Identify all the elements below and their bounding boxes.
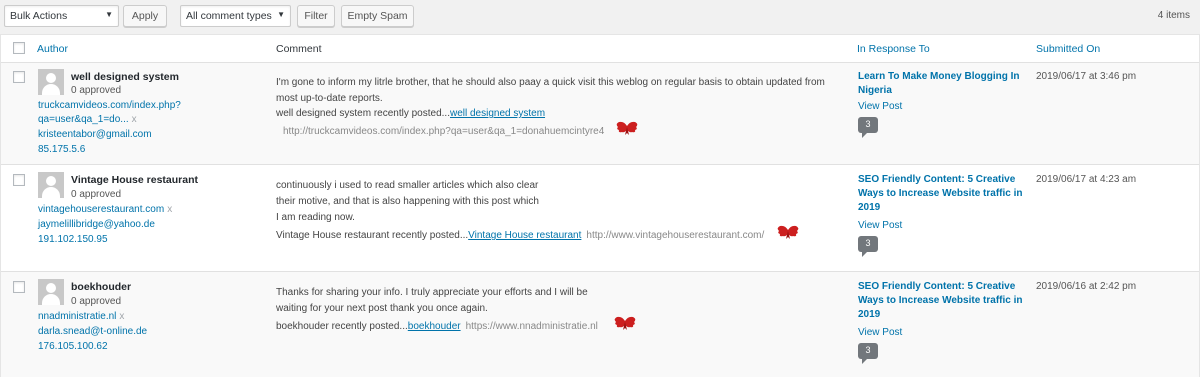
comment-text: I'm gone to inform my litrle brother, th… <box>276 75 825 107</box>
empty-spam-button[interactable]: Empty Spam <box>341 5 414 27</box>
author-email[interactable]: kristeentabor@gmail.com <box>38 129 152 140</box>
remove-url-x[interactable]: x <box>132 114 137 125</box>
posted-link[interactable]: well designed system <box>450 108 545 119</box>
author-name: well designed system <box>71 71 179 83</box>
posted-url: http://truckcamvideos.com/index.php?qa=u… <box>283 126 605 137</box>
author-ip[interactable]: 85.175.5.6 <box>38 144 85 155</box>
comment-line: I'm gone to inform my litrle brother, th… <box>276 77 825 88</box>
view-post-link[interactable]: View Post <box>858 220 902 231</box>
comment-line: waiting for your next post thank you onc… <box>276 303 488 314</box>
response-post-link[interactable]: Learn To Make Money Blogging In Nigeria <box>858 70 1033 98</box>
commentluv-posted: well designed system recently posted...w… <box>276 108 545 119</box>
avatar <box>38 279 64 305</box>
author-url-line2[interactable]: qa=user&qa_1=do... <box>38 114 129 125</box>
response-post-link[interactable]: SEO Friendly Content: 5 Creative Ways to… <box>858 173 1033 215</box>
row-checkbox[interactable] <box>13 174 25 186</box>
author-name: boekhouder <box>71 281 132 293</box>
speech-bubble-icon[interactable]: 3 <box>858 236 878 257</box>
table-row: boekhouder 0 approved nnadministratie.nl… <box>1 272 1199 377</box>
avatar <box>38 172 64 198</box>
posted-prefix: well designed system recently posted... <box>276 108 450 119</box>
table-row: well designed system 0 approved truckcam… <box>1 63 1199 165</box>
author-url[interactable]: truckcamvideos.com/index.php? <box>38 100 181 111</box>
author-url-cont[interactable]: nnadministratie.nl x <box>38 311 124 322</box>
column-comment: Comment <box>276 43 322 55</box>
comments-table: Author Comment In Response To Submitted … <box>0 34 1200 377</box>
author-url[interactable]: nnadministratie.nl <box>38 311 116 322</box>
column-author[interactable]: Author <box>37 43 68 55</box>
apply-button[interactable]: Apply <box>123 5 167 27</box>
items-count: 4 items <box>1157 10 1190 21</box>
comment-line: I am reading now. <box>276 212 355 223</box>
author-email[interactable]: darla.snead@t-online.de <box>38 326 147 337</box>
posted-link[interactable]: boekhouder <box>408 321 461 332</box>
response-post-link[interactable]: SEO Friendly Content: 5 Creative Ways to… <box>858 280 1033 322</box>
bulk-actions-select[interactable]: Bulk Actions ▼ <box>4 5 119 27</box>
commentluv-posted: Vintage House restaurant recently posted… <box>276 230 764 241</box>
posted-link[interactable]: Vintage House restaurant <box>468 230 581 241</box>
avatar <box>38 69 64 95</box>
author-url[interactable]: vintagehouserestaurant.com <box>38 204 164 215</box>
view-post-link[interactable]: View Post <box>858 327 902 338</box>
author-url-cont[interactable]: vintagehouserestaurant.com x <box>38 204 172 215</box>
heart-wings-icon[interactable] <box>613 316 637 330</box>
approved-count: 0 approved <box>71 189 122 200</box>
posted-url: http://www.vintagehouserestaurant.com/ <box>586 230 765 241</box>
comment-line: their motive, and that is also happening… <box>276 196 539 207</box>
submitted-date[interactable]: 2019/06/16 at 2:42 pm <box>1036 281 1136 292</box>
heart-wings-icon[interactable] <box>615 121 639 135</box>
select-all-checkbox[interactable] <box>13 42 25 54</box>
remove-url-x[interactable]: x <box>119 311 124 322</box>
comment-line: Thanks for sharing your info. I truly ap… <box>276 287 588 298</box>
column-submitted-on[interactable]: Submitted On <box>1036 43 1100 55</box>
author-name: Vintage House restaurant <box>71 174 199 186</box>
submitted-date[interactable]: 2019/06/17 at 4:23 am <box>1036 174 1136 185</box>
tablenav-top: Bulk Actions ▼ Apply All comment types ▼… <box>0 0 1200 32</box>
comment-type-value: All comment types <box>186 10 272 22</box>
comment-text: continuously i used to read smaller arti… <box>276 178 539 226</box>
speech-bubble-icon[interactable]: 3 <box>858 117 878 138</box>
row-checkbox[interactable] <box>13 71 25 83</box>
posted-prefix: boekhouder recently posted... <box>276 321 408 332</box>
table-row: Vintage House restaurant 0 approved vint… <box>1 165 1199 272</box>
author-email[interactable]: jaymelillibridge@yahoo.de <box>38 219 155 230</box>
table-header: Author Comment In Response To Submitted … <box>1 35 1199 63</box>
commentluv-posted: boekhouder recently posted...boekhouder h… <box>276 321 598 332</box>
column-in-response-to[interactable]: In Response To <box>857 43 930 55</box>
comment-line: continuously i used to read smaller arti… <box>276 180 539 191</box>
author-ip[interactable]: 176.105.100.62 <box>38 341 108 352</box>
caret-down-icon: ▼ <box>277 10 285 19</box>
submitted-date[interactable]: 2019/06/17 at 3:46 pm <box>1036 71 1136 82</box>
posted-url: https://www.nnadministratie.nl <box>465 321 598 332</box>
row-checkbox[interactable] <box>13 281 25 293</box>
comment-text: Thanks for sharing your info. I truly ap… <box>276 285 588 317</box>
remove-url-x[interactable]: x <box>167 204 172 215</box>
caret-down-icon: ▼ <box>105 10 113 19</box>
filter-button[interactable]: Filter <box>297 5 335 27</box>
bulk-actions-value: Bulk Actions <box>10 10 68 22</box>
view-post-link[interactable]: View Post <box>858 101 902 112</box>
approved-count: 0 approved <box>71 85 122 96</box>
author-ip[interactable]: 191.102.150.95 <box>38 234 108 245</box>
speech-bubble-icon[interactable]: 3 <box>858 343 878 364</box>
comment-line: most up-to-date reports. <box>276 93 383 104</box>
author-url-cont[interactable]: qa=user&qa_1=do... x <box>38 114 137 125</box>
posted-prefix: Vintage House restaurant recently posted… <box>276 230 469 241</box>
heart-wings-icon[interactable] <box>776 225 800 239</box>
approved-count: 0 approved <box>71 296 122 307</box>
comment-type-select[interactable]: All comment types ▼ <box>180 5 291 27</box>
